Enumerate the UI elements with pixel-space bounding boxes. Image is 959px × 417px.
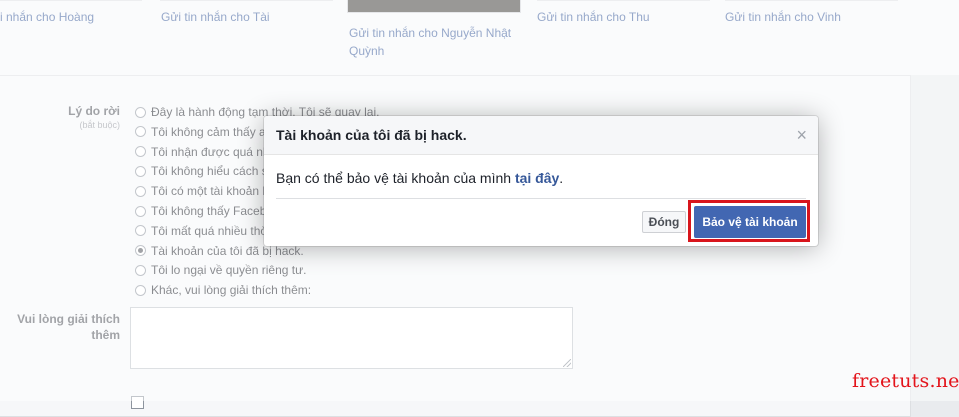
watermark: freetuts.net: [852, 370, 959, 392]
protect-here-link[interactable]: tại đây: [515, 170, 559, 186]
dialog-message: Bạn có thể bảo vệ tài khoản của mình tại…: [276, 170, 563, 186]
dialog-header: Tài khoản của tôi đã bị hack. ×: [264, 116, 818, 155]
close-button[interactable]: Đóng: [642, 211, 686, 233]
highlight-frame: [688, 200, 810, 242]
dialog-divider: [276, 198, 806, 199]
dialog-title: Tài khoản của tôi đã bị hack.: [276, 127, 467, 143]
dialog-message-text: Bạn có thể bảo vệ tài khoản của mình: [276, 170, 515, 186]
close-icon[interactable]: ×: [796, 126, 807, 144]
dialog-message-end: .: [559, 170, 564, 186]
